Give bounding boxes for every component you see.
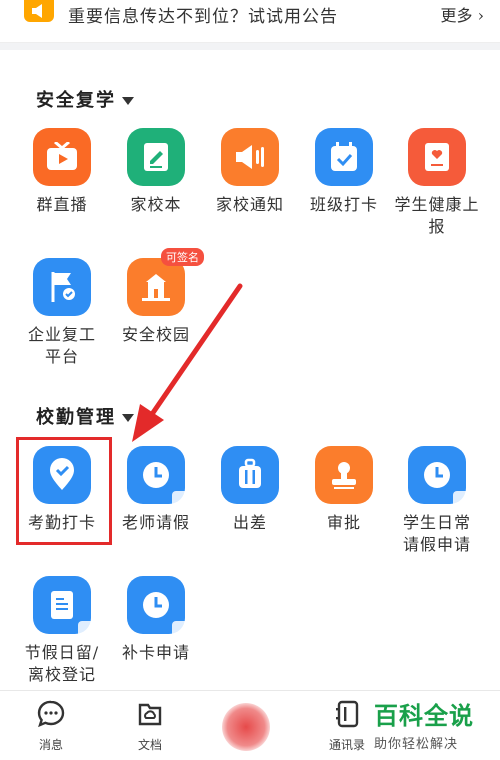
nav-documents[interactable]: 文档 (115, 699, 185, 753)
workbench-icon[interactable] (222, 703, 270, 751)
watermark: 百科全说 助你轻松解决 (374, 696, 494, 756)
watermark-title: 百科全说 (374, 702, 474, 730)
nav-contacts[interactable]: 通讯录 (312, 699, 382, 753)
watermark-subtitle: 助你轻松解决 (374, 737, 459, 752)
annotation-arrow (132, 283, 243, 442)
contacts-icon (312, 699, 382, 732)
chat-icon (16, 699, 86, 732)
nav-messages[interactable]: 消息 (16, 699, 86, 753)
cloud-doc-icon (115, 699, 185, 732)
